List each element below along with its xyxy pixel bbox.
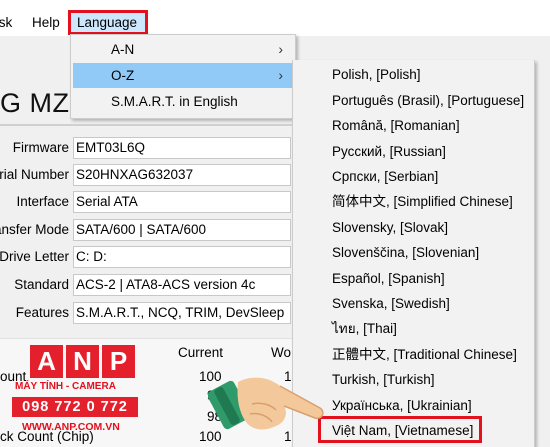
transfer-mode-value: SATA/600 | SATA/600: [73, 219, 291, 241]
smart-header-worst: Wo: [271, 345, 292, 360]
smart-header-current: Current: [178, 345, 224, 360]
language-option-traditional-chinese[interactable]: 正體中文, [Traditional Chinese]: [332, 344, 517, 366]
menu-language[interactable]: Language: [68, 10, 148, 35]
vietnamese-highlight-box: [318, 416, 482, 443]
watermark-tagline: MÁY TÍNH - CAMERA: [15, 381, 116, 392]
chevron-right-icon: ›: [278, 67, 283, 83]
language-option-slovenian[interactable]: Slovenščina, [Slovenian]: [332, 242, 479, 264]
watermark-website: WWW.ANP.COM.VN: [22, 421, 120, 433]
menu-item-label: O-Z: [111, 68, 135, 83]
interface-label: Interface: [16, 194, 69, 209]
watermark-letter: P: [102, 345, 135, 378]
language-option-spanish[interactable]: Español, [Spanish]: [332, 268, 445, 290]
language-option-romanian[interactable]: Română, [Romanian]: [332, 115, 460, 137]
watermark-letter: A: [30, 345, 63, 378]
language-option-serbian[interactable]: Српски, [Serbian]: [332, 166, 438, 188]
watermark-phone: 098 772 0 772: [12, 397, 138, 417]
firmware-label: Firmware: [12, 140, 69, 155]
menu-item-label: A-N: [111, 42, 135, 57]
menu-item-o-z[interactable]: O-Z ›: [73, 63, 293, 88]
drive-letter-label: Drive Letter: [0, 249, 69, 264]
language-option-russian[interactable]: Русский, [Russian]: [332, 141, 446, 163]
language-option-ukrainian[interactable]: Українська, [Ukrainian]: [332, 395, 472, 417]
menu-item-label: S.M.A.R.T. in English: [111, 94, 238, 109]
watermark-letter: N: [66, 345, 99, 378]
language-option-polish[interactable]: Polish, [Polish]: [332, 64, 421, 86]
model-separator: [0, 124, 300, 126]
menu-item-smart-english[interactable]: S.M.A.R.T. in English: [73, 89, 293, 114]
language-menu: A-N › O-Z › S.M.A.R.T. in English: [70, 34, 296, 119]
drive-letter-value: C: D:: [73, 246, 291, 268]
language-option-turkish[interactable]: Turkish, [Turkish]: [332, 369, 435, 391]
serial-number-value: S20HNXAG632037: [73, 164, 291, 186]
chevron-right-icon: ›: [278, 41, 283, 57]
language-option-thai[interactable]: ไทย, [Thai]: [332, 318, 397, 340]
pointing-hand-icon: [208, 377, 324, 430]
interface-value: Serial ATA: [73, 191, 291, 213]
language-option-slovak[interactable]: Slovensky, [Slovak]: [332, 217, 448, 239]
menu-disk[interactable]: Disk: [0, 12, 24, 34]
language-option-swedish[interactable]: Svenska, [Swedish]: [332, 293, 450, 315]
features-label: Features: [15, 305, 69, 320]
menu-disk-label: Disk: [0, 15, 13, 30]
firmware-value: EMT03L6Q: [73, 137, 291, 159]
menu-help[interactable]: Help: [32, 12, 60, 34]
language-option-simplified-chinese[interactable]: 简体中文, [Simplified Chinese]: [332, 191, 513, 213]
standard-value: ACS-2 | ATA8-ACS version 4c: [73, 274, 291, 296]
menu-bar: Disk Help Language: [0, 0, 550, 36]
features-value: S.M.A.R.T., NCQ, TRIM, DevSleep: [73, 302, 291, 324]
standard-label: Standard: [14, 277, 69, 292]
serial-number-label: Serial Number: [0, 167, 69, 182]
transfer-mode-label: Transfer Mode: [0, 222, 69, 237]
menu-item-a-n[interactable]: A-N ›: [73, 37, 293, 62]
language-option-portuguese[interactable]: Português (Brasil), [Portuguese]: [332, 90, 524, 112]
